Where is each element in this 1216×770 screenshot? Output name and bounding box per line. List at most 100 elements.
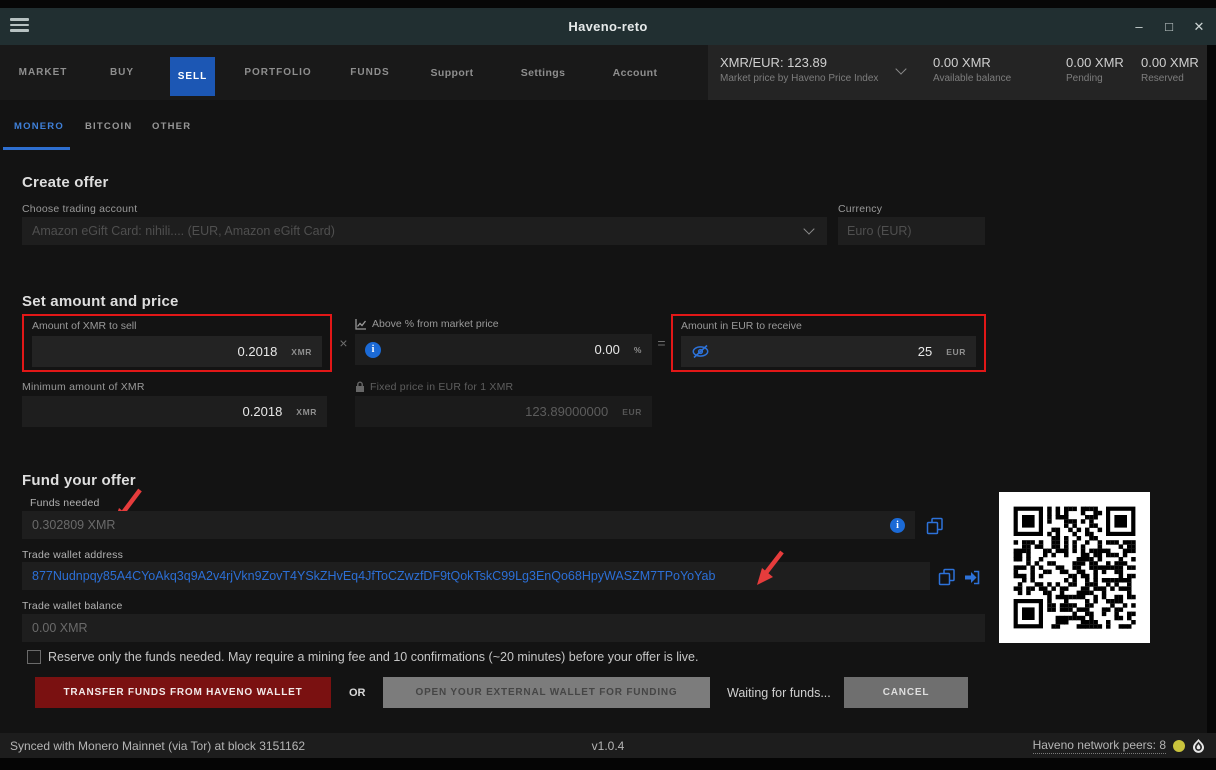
amount-to-receive-label: Amount in EUR to receive: [681, 320, 802, 332]
fixed-price-label-row: Fixed price in EUR for 1 XMR: [355, 381, 513, 393]
trading-account-label: Choose trading account: [22, 203, 137, 215]
nav-item-portfolio[interactable]: PORTFOLIO: [244, 45, 311, 100]
eye-slash-icon[interactable]: [691, 344, 710, 359]
funds-needed-value: 0.302809 XMR: [32, 518, 890, 532]
amount-to-receive-input[interactable]: [710, 344, 932, 359]
reserve-funds-checkbox-label: Reserve only the funds needed. May requi…: [48, 650, 698, 664]
tab-other[interactable]: OTHER: [152, 121, 191, 132]
pair-price: XMR/EUR: 123.89: [720, 55, 878, 70]
amount-to-sell-field[interactable]: XMR: [32, 336, 322, 367]
balance-pending: 0.00 XMR Pending: [1066, 55, 1124, 84]
pending-balance-label: Pending: [1066, 73, 1124, 84]
trade-wallet-address-field: 877Nudnpqy85A4CYoAkq3q9A2v4rjVkn9ZovT4YS…: [22, 562, 930, 590]
amount-to-sell-input[interactable]: [42, 344, 277, 359]
currency-label: Currency: [838, 203, 882, 215]
fixed-price-unit: EUR: [622, 407, 642, 417]
amount-to-receive-highlight: Amount in EUR to receive EUR: [671, 314, 986, 372]
nav-item-market[interactable]: MARKET: [19, 45, 68, 100]
nav-item-account[interactable]: Account: [613, 45, 658, 100]
amount-to-sell-highlight: Amount of XMR to sell XMR: [22, 314, 332, 372]
balance-reserved: 0.00 XMR Reserved: [1141, 55, 1199, 84]
pct-field[interactable]: i %: [355, 334, 652, 365]
pct-unit: %: [634, 345, 642, 355]
min-amount-field[interactable]: XMR: [22, 396, 327, 427]
available-balance-value: 0.00 XMR: [933, 55, 1011, 70]
funds-needed-field: 0.302809 XMR i: [22, 511, 915, 539]
or-label: OR: [349, 677, 366, 708]
copy-icon[interactable]: [938, 568, 956, 586]
network-peers[interactable]: Haveno network peers: 8: [1033, 738, 1166, 754]
fixed-price-label: Fixed price in EUR for 1 XMR: [370, 381, 513, 393]
pct-input[interactable]: [381, 342, 620, 357]
price-ticker: XMR/EUR: 123.89 Market price by Haveno P…: [708, 45, 1207, 100]
peer-status-dot-icon: [1173, 740, 1185, 752]
amount-to-receive-field[interactable]: EUR: [681, 336, 976, 367]
nav-item-support[interactable]: Support: [430, 45, 473, 100]
send-to-wallet-icon[interactable]: [963, 570, 980, 585]
lock-icon: [355, 381, 365, 393]
pending-balance-value: 0.00 XMR: [1066, 55, 1124, 70]
chevron-down-icon: [803, 223, 814, 234]
reserved-balance-value: 0.00 XMR: [1141, 55, 1199, 70]
scrollbar-track[interactable]: [1207, 45, 1216, 733]
window-maximize-button[interactable]: □: [1154, 8, 1184, 45]
trade-wallet-balance-label: Trade wallet balance: [22, 600, 123, 612]
top-black-strip: [0, 0, 1216, 8]
tab-bitcoin[interactable]: BITCOIN: [85, 121, 132, 132]
nav-item-settings[interactable]: Settings: [521, 45, 566, 100]
active-tab-underline: [3, 147, 70, 150]
amount-to-sell-label: Amount of XMR to sell: [32, 320, 136, 332]
qr-code: [999, 492, 1150, 643]
min-amount-label: Minimum amount of XMR: [22, 381, 145, 393]
market-price-selector[interactable]: XMR/EUR: 123.89 Market price by Haveno P…: [720, 55, 878, 84]
cancel-button[interactable]: CANCEL: [844, 677, 968, 708]
tab-monero[interactable]: MONERO: [14, 121, 64, 132]
market-price-margin-group: Above % from market price i %: [355, 314, 652, 372]
info-icon[interactable]: i: [890, 518, 905, 533]
currency-field: Euro (EUR): [838, 217, 985, 245]
market-tabs: MONERO BITCOIN OTHER: [0, 100, 1207, 152]
balance-available: 0.00 XMR Available balance: [933, 55, 1011, 84]
trade-wallet-balance-field: 0.00 XMR: [22, 614, 985, 642]
funds-needed-label: Funds needed: [30, 497, 100, 509]
reserve-funds-checkbox[interactable]: [27, 650, 41, 664]
app-window: Haveno-reto – □ ✕ MARKET BUY SELL PORTFO…: [0, 0, 1216, 770]
external-wallet-button[interactable]: OPEN YOUR EXTERNAL WALLET FOR FUNDING: [383, 677, 710, 708]
bottom-black-strip: [0, 758, 1216, 770]
trading-account-dropdown[interactable]: Amazon eGift Card: nihili.... (EUR, Amaz…: [22, 217, 827, 245]
window-title: Haveno-reto: [0, 8, 1216, 45]
statusbar: Synced with Monero Mainnet (via Tor) at …: [0, 733, 1216, 758]
trade-wallet-address-label: Trade wallet address: [22, 549, 123, 561]
nav-item-sell[interactable]: SELL: [170, 57, 215, 96]
pair-price-source: Market price by Haveno Price Index: [720, 73, 878, 84]
chevron-down-icon[interactable]: [895, 63, 906, 74]
equals-symbol: =: [652, 314, 671, 372]
currency-value: Euro (EUR): [847, 224, 912, 238]
reserved-balance-label: Reserved: [1141, 73, 1199, 84]
window-close-button[interactable]: ✕: [1184, 8, 1214, 45]
nav-item-buy[interactable]: BUY: [110, 45, 134, 100]
receive-unit: EUR: [946, 347, 966, 357]
nav-item-funds[interactable]: FUNDS: [350, 45, 389, 100]
waiting-for-funds-status: Waiting for funds...: [727, 677, 831, 708]
available-balance-label: Available balance: [933, 73, 1011, 84]
annotation-arrow-icon: [750, 548, 788, 588]
main-nav: MARKET BUY SELL PORTFOLIO FUNDS Support …: [0, 45, 1216, 100]
transfer-funds-button[interactable]: TRANSFER FUNDS FROM HAVENO WALLET: [35, 677, 331, 708]
titlebar: Haveno-reto – □ ✕: [0, 8, 1216, 45]
pct-label: Above % from market price: [372, 318, 499, 330]
chart-icon: [355, 318, 367, 330]
fixed-price-field: 123.89000000 EUR: [355, 396, 652, 427]
pct-label-row: Above % from market price: [355, 318, 499, 330]
multiply-symbol: ×: [332, 314, 355, 372]
min-amount-unit: XMR: [296, 407, 317, 417]
tor-onion-icon: [1192, 738, 1205, 754]
copy-icon[interactable]: [926, 517, 944, 535]
window-minimize-button[interactable]: –: [1124, 8, 1154, 45]
trade-wallet-address-value[interactable]: 877Nudnpqy85A4CYoAkq3q9A2v4rjVkn9ZovT4YS…: [32, 569, 715, 583]
info-icon[interactable]: i: [365, 342, 381, 358]
fixed-price-value: 123.89000000: [365, 404, 608, 419]
trade-wallet-balance-value: 0.00 XMR: [32, 621, 88, 635]
min-amount-input[interactable]: [32, 404, 282, 419]
trading-account-value: Amazon eGift Card: nihili.... (EUR, Amaz…: [32, 224, 805, 238]
